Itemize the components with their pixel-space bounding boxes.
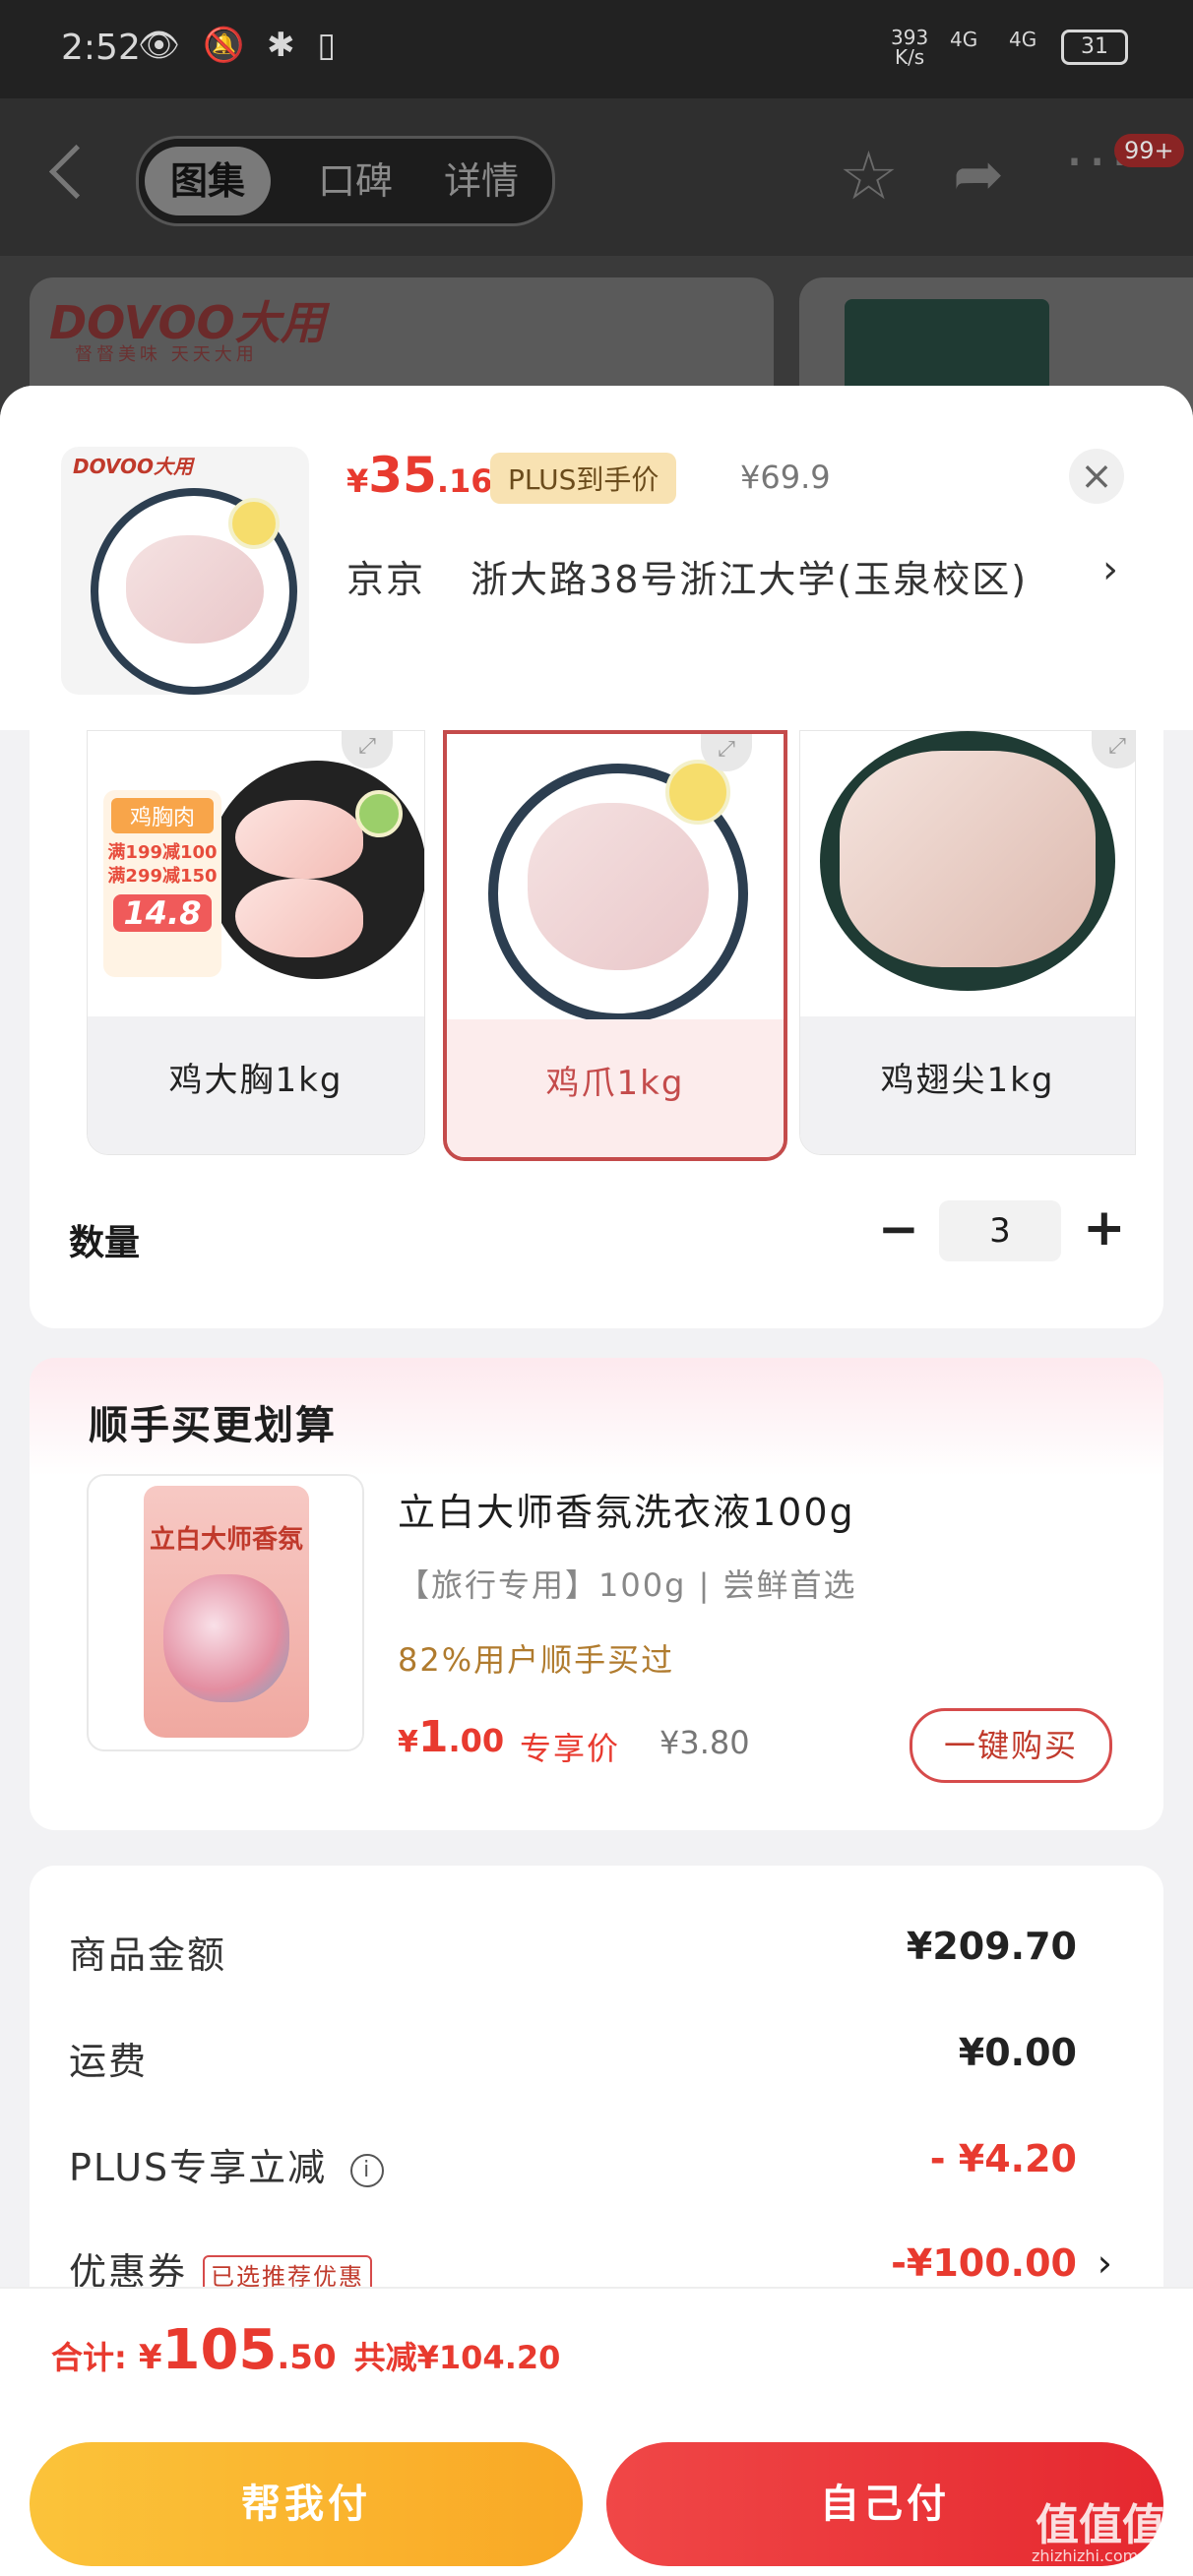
back-arrow-icon[interactable] [48, 144, 104, 200]
price-integer: 35 [368, 447, 437, 504]
upsell-price-integer: 1 [417, 1712, 449, 1762]
summary-label: 运费 [69, 2040, 149, 2083]
summary-row-goods: 商品金额 ¥209.70 [69, 1925, 1112, 1984]
address-city: 京京 [346, 558, 426, 601]
one-click-buy-button[interactable]: 一键购买 [910, 1708, 1112, 1783]
summary-label-wrap: PLUS专享立减 i [69, 2137, 385, 2191]
chicken-breast-image [235, 800, 363, 879]
spec-option-feet[interactable]: 鸡爪1kg ⤢ [443, 730, 787, 1161]
spec-option-wing-tips[interactable]: 鸡翅尖1kg ⤢ [799, 730, 1136, 1155]
upsell-product-subtitle: 【旅行专用】100g | 尝鲜首选 [398, 1566, 857, 1604]
net-speed-value: 393 [891, 26, 929, 49]
network-speed: 393 K/s [891, 28, 928, 67]
watermark-url: zhizhizhi.com [1032, 2546, 1139, 2565]
signal-icon-2: 4G [1009, 28, 1037, 51]
quantity-input[interactable]: 3 [939, 1200, 1061, 1261]
thumb-logo: DOVOO大用 [73, 455, 194, 478]
promo-title: 鸡胸肉 [111, 798, 214, 833]
total-symbol: ¥ [138, 2338, 162, 2377]
tab-details[interactable]: 详情 [422, 147, 540, 215]
upsell-original-price: ¥3.80 [659, 1724, 750, 1761]
chevron-right-icon[interactable]: › [1102, 547, 1118, 592]
promo-line-2: 满299减150 [107, 866, 218, 887]
pouch-illustration [163, 1574, 289, 1702]
battery-icon: 31 [1061, 30, 1128, 65]
summary-value: ¥0.00 [958, 2031, 1077, 2074]
quantity-increase-button[interactable]: + [1083, 1198, 1126, 1257]
promo-line-1: 满199减100 [107, 842, 218, 863]
purchase-sheet: DOVOO大用 ¥35.16 PLUS到手价 ¥69.9 × 京京 浙大路38号浙… [0, 386, 1193, 2574]
upsell-price-tag: 专享价 [520, 1730, 621, 1767]
upsell-price-symbol: ¥ [398, 1725, 418, 1759]
status-icons: 👁 🔕 ✱ ▯ [138, 26, 343, 65]
summary-label: PLUS专享立减 [69, 2146, 328, 2189]
lemon-image [228, 498, 280, 549]
upsell-price: ¥1.00 [398, 1712, 504, 1762]
quantity-label: 数量 [69, 1223, 141, 1263]
upsell-card: 顺手买更划算 立白大师香氛 立白大师香氛洗衣液100g 【旅行专用】100g |… [30, 1358, 1163, 1830]
close-button[interactable]: × [1069, 449, 1124, 504]
original-price: ¥69.9 [740, 459, 831, 496]
sheet-header: DOVOO大用 ¥35.16 PLUS到手价 ¥69.9 × 京京 浙大路38号浙… [0, 386, 1193, 730]
summary-label: 商品金额 [69, 1933, 227, 1977]
order-total: 合计: ¥105.50 共减¥104.20 [51, 2318, 560, 2382]
spec-image: 鸡胸肉 满199减100 满299减150 14.8 [88, 731, 424, 1016]
tab-reviews[interactable]: 口碑 [296, 147, 414, 215]
signal-icon-1: 4G [950, 28, 978, 51]
lime-image [355, 790, 403, 837]
spec-image [800, 731, 1135, 1016]
message-badge: 99+ [1114, 134, 1184, 167]
quantity-decrease-button[interactable]: − [878, 1200, 919, 1257]
spec-image [447, 734, 784, 1023]
pouch-brand: 立白大师香氛 [149, 1525, 303, 1555]
summary-value: ¥209.70 [906, 1925, 1077, 1968]
total-decimal: .50 [277, 2338, 337, 2377]
detergent-pouch-image: 立白大师香氛 [144, 1486, 309, 1738]
spec-label: 鸡爪1kg [447, 1019, 784, 1157]
product-price: ¥35.16 [346, 447, 493, 504]
top-nav: 图集 口碑 详情 ☆ ➦ ··· 99+ [0, 98, 1193, 256]
status-time: 2:52 [61, 28, 141, 68]
summary-row-shipping: 运费 ¥0.00 [69, 2031, 1112, 2090]
brand-slogan: 督督美味 天天大用 [75, 344, 258, 365]
plate-image [820, 731, 1115, 991]
upsell-product-name[interactable]: 立白大师香氛洗衣液100g [398, 1482, 855, 1536]
tab-gallery[interactable]: 图集 [145, 147, 271, 215]
spec-label: 鸡大胸1kg [88, 1016, 424, 1154]
summary-value: - ¥4.20 [929, 2137, 1077, 2180]
upsell-product-image[interactable]: 立白大师香氛 [87, 1474, 364, 1751]
promo-price: 14.8 [113, 894, 212, 932]
help-pay-button[interactable]: 帮我付 [30, 2442, 583, 2566]
delivery-address[interactable]: 京京 浙大路38号浙江大学(玉泉校区) [346, 549, 1028, 603]
address-detail: 浙大路38号浙江大学(玉泉校区) [471, 558, 1029, 601]
upsell-title: 顺手买更划算 [89, 1403, 337, 1448]
chevron-right-icon[interactable]: › [1098, 2241, 1112, 2285]
upsell-purchase-stat: 82%用户顺手买过 [398, 1641, 675, 1679]
chicken-feet-image [126, 535, 264, 644]
favorite-star-icon[interactable]: ☆ [839, 138, 899, 215]
chicken-feet-image [528, 803, 709, 970]
upsell-price-decimal: .00 [448, 1722, 505, 1759]
spec-label: 鸡翅尖1kg [800, 1016, 1135, 1154]
summary-value: -¥100.00 [891, 2241, 1077, 2285]
product-thumbnail[interactable]: DOVOO大用 [61, 447, 309, 695]
tab-switcher: 图集 口碑 详情 [136, 136, 555, 226]
info-icon[interactable]: i [350, 2153, 385, 2187]
total-label: 合计: [51, 2339, 127, 2376]
total-integer: 105 [161, 2318, 278, 2382]
price-symbol: ¥ [346, 462, 369, 500]
total-saved: 共减¥104.20 [353, 2339, 561, 2376]
status-bar: 2:52 👁 🔕 ✱ ▯ 393 K/s 4G 4G 31 [0, 0, 1193, 98]
price-decimal: .16 [436, 462, 493, 500]
spec-option-breast[interactable]: 鸡胸肉 满199减100 满299减150 14.8 鸡大胸1kg ⤢ [87, 730, 425, 1155]
wing-tips-image [840, 751, 1096, 967]
net-speed-unit: K/s [894, 45, 925, 69]
plus-price-tag: PLUS到手价 [490, 453, 677, 504]
checkout-footer: 合计: ¥105.50 共减¥104.20 帮我付 自己付 [0, 2287, 1193, 2576]
watermark-logo: 值值值 [1036, 2500, 1165, 2550]
share-icon[interactable]: ➦ [953, 138, 1004, 210]
chicken-breast-image-2 [235, 879, 363, 957]
summary-row-plus-discount: PLUS专享立减 i - ¥4.20 [69, 2137, 1112, 2196]
promo-badge: 鸡胸肉 满199减100 满299减150 14.8 [103, 790, 221, 977]
